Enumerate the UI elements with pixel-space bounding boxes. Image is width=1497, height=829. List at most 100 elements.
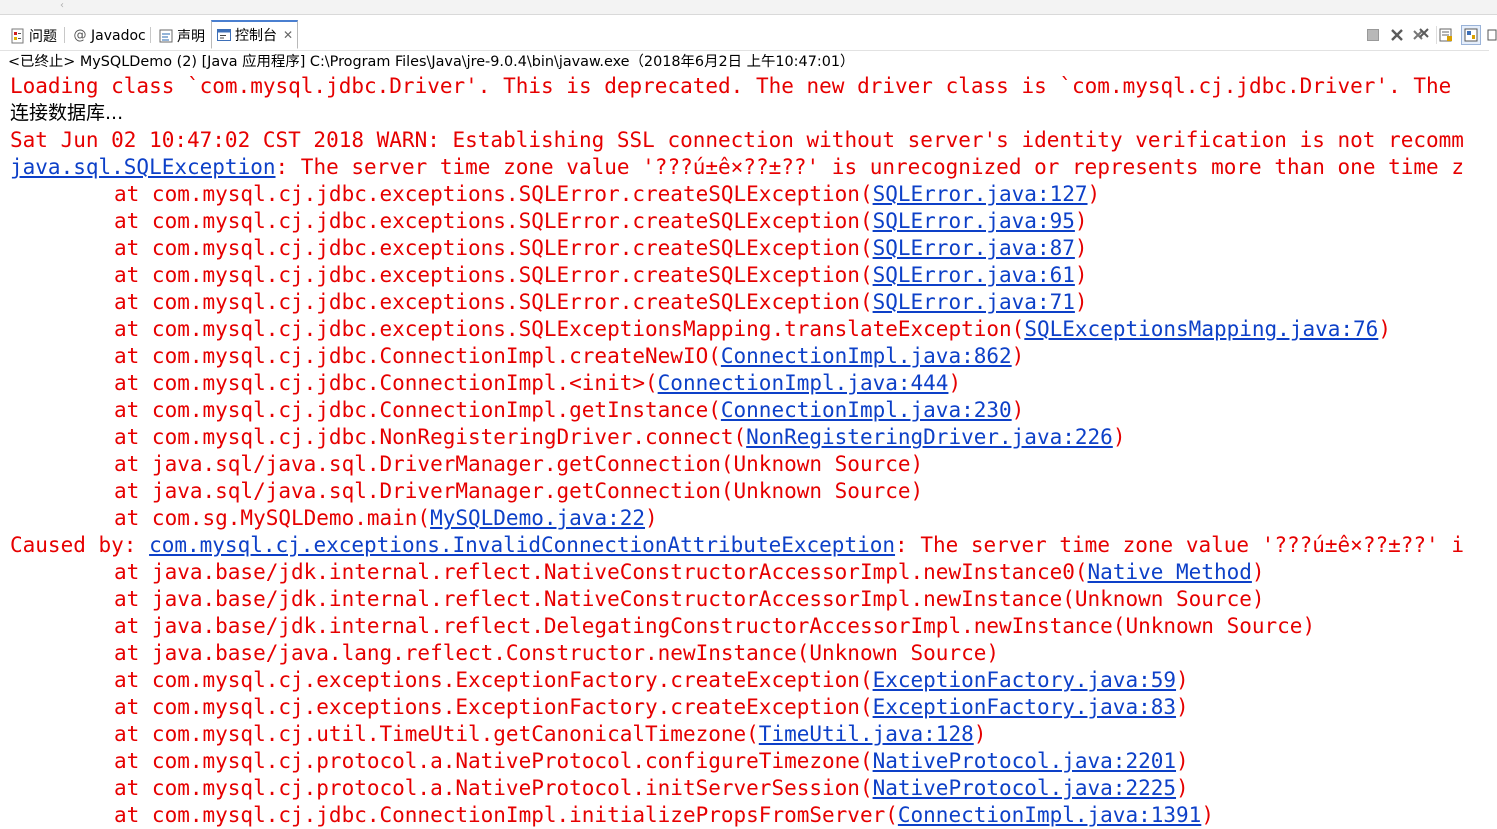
- console-text: ): [645, 506, 658, 530]
- console-line-stderr: at com.mysql.cj.jdbc.exceptions.SQLError…: [10, 235, 1497, 262]
- open-console-button[interactable]: [1487, 26, 1497, 44]
- stacktrace-link[interactable]: SQLError.java:61: [873, 263, 1075, 287]
- javadoc-at-icon: @: [73, 28, 87, 43]
- console-line-stderr: Loading class `com.mysql.jdbc.Driver'. T…: [10, 73, 1497, 100]
- console-text: : The server time zone value '???ú±ê×??±…: [275, 155, 1464, 179]
- console-text: ): [1011, 398, 1025, 422]
- console-line-stderr: at com.mysql.cj.exceptions.ExceptionFact…: [10, 667, 1497, 694]
- console-line-stderr: at java.base/jdk.internal.reflect.Delega…: [10, 613, 1497, 640]
- stacktrace-link[interactable]: ConnectionImpl.java:230: [721, 398, 1012, 422]
- stacktrace-link[interactable]: NonRegisteringDriver.java:226: [746, 425, 1113, 449]
- console-text: Sat Jun 02 10:47:02 CST 2018 WARN: Estab…: [10, 128, 1464, 152]
- console-text: at com.mysql.cj.protocol.a.NativeProtoco…: [114, 749, 873, 773]
- console-text: at com.mysql.cj.jdbc.ConnectionImpl.init…: [114, 803, 898, 827]
- console-text: at com.mysql.cj.jdbc.exceptions.SQLError…: [114, 263, 873, 287]
- console-line-stderr: Caused by: com.mysql.cj.exceptions.Inval…: [10, 532, 1497, 559]
- console-text: ): [948, 371, 962, 395]
- tab-divider: [150, 27, 151, 43]
- console-line-stderr: at com.mysql.cj.jdbc.ConnectionImpl.crea…: [10, 343, 1497, 370]
- console-line-stderr: at com.mysql.cj.protocol.a.NativeProtoco…: [10, 775, 1497, 802]
- console-line-stderr: at com.mysql.cj.protocol.a.NativeProtoco…: [10, 748, 1497, 775]
- console-line-stderr: at com.mysql.cj.util.TimeUtil.getCanonic…: [10, 721, 1497, 748]
- tab-declaration[interactable]: 声明: [154, 23, 209, 49]
- scroll-lock-button[interactable]: [1436, 26, 1455, 44]
- console-line-stderr: at java.sql/java.sql.DriverManager.getCo…: [10, 478, 1497, 505]
- console-line-stderr: at java.base/jdk.internal.reflect.Native…: [10, 586, 1497, 613]
- stacktrace-link[interactable]: ConnectionImpl.java:862: [721, 344, 1012, 368]
- console-text: Caused by:: [10, 533, 150, 557]
- console-text: at com.mysql.cj.jdbc.exceptions.SQLError…: [114, 290, 873, 314]
- stacktrace-link[interactable]: ConnectionImpl.java:444: [658, 371, 949, 395]
- stacktrace-link[interactable]: SQLError.java:87: [873, 236, 1075, 260]
- tab-javadoc[interactable]: @ Javadoc: [68, 23, 150, 49]
- close-icon[interactable]: ✕: [283, 28, 293, 42]
- stacktrace-link[interactable]: SQLError.java:71: [873, 290, 1075, 314]
- remove-all-terminated-button[interactable]: [1412, 26, 1430, 44]
- stacktrace-link[interactable]: TimeUtil.java:128: [759, 722, 974, 746]
- remove-launch-button[interactable]: [1388, 26, 1406, 44]
- console-text: at java.base/jdk.internal.reflect.Delega…: [114, 614, 1316, 638]
- terminate-button[interactable]: [1364, 26, 1382, 44]
- console-scrollbar[interactable]: [1489, 50, 1497, 814]
- remove-x-icon: [1391, 29, 1403, 41]
- stacktrace-link[interactable]: SQLExceptionsMapping.java:76: [1024, 317, 1378, 341]
- console-line-stderr: at com.mysql.cj.jdbc.exceptions.SQLError…: [10, 181, 1497, 208]
- stop-icon: [1367, 29, 1379, 41]
- scroll-lock-icon: [1439, 28, 1452, 42]
- tab-problems[interactable]: 问题: [6, 23, 61, 49]
- console-text: at java.base/java.lang.reflect.Construct…: [114, 641, 1000, 665]
- stacktrace-link[interactable]: ConnectionImpl.java:1391: [898, 803, 1201, 827]
- stacktrace-link[interactable]: com.mysql.cj.exceptions.InvalidConnectio…: [149, 533, 895, 557]
- scroll-left-arrow-icon[interactable]: ‹: [60, 1, 64, 11]
- console-line-stderr: at java.base/java.lang.reflect.Construct…: [10, 640, 1497, 667]
- console-line-stderr: Sat Jun 02 10:47:02 CST 2018 WARN: Estab…: [10, 127, 1497, 154]
- tab-divider: [64, 27, 65, 43]
- stacktrace-link[interactable]: ExceptionFactory.java:83: [873, 695, 1176, 719]
- console-line-stderr: at com.mysql.cj.jdbc.ConnectionImpl.<ini…: [10, 370, 1497, 397]
- console-toolbar: [1358, 24, 1497, 46]
- console-text: ): [1087, 182, 1101, 206]
- console-text: 连接数据库...: [10, 102, 124, 124]
- console-text: ): [1378, 317, 1391, 341]
- console-text: at java.sql/java.sql.DriverManager.getCo…: [114, 479, 924, 503]
- stacktrace-link[interactable]: SQLError.java:95: [873, 209, 1075, 233]
- console-line-stderr: at com.mysql.cj.exceptions.ExceptionFact…: [10, 694, 1497, 721]
- console-text: ): [1074, 263, 1088, 287]
- console-line-stderr: at com.mysql.cj.jdbc.exceptions.SQLError…: [10, 208, 1497, 235]
- console-text: ): [1074, 236, 1088, 260]
- console-text: at com.mysql.cj.jdbc.exceptions.SQLError…: [114, 236, 873, 260]
- stacktrace-link[interactable]: MySQLDemo.java:22: [430, 506, 645, 530]
- console-text: at com.mysql.cj.protocol.a.NativeProtoco…: [114, 776, 873, 800]
- console-pin-icon: [1464, 28, 1478, 42]
- console-text: at com.mysql.cj.util.TimeUtil.getCanonic…: [114, 722, 759, 746]
- console-text: ): [1011, 344, 1025, 368]
- problems-icon: [10, 28, 26, 44]
- open-console-icon: [1487, 29, 1497, 41]
- console-text: at com.mysql.cj.jdbc.ConnectionImpl.<ini…: [114, 371, 658, 395]
- view-tab-bar: 问题 @ Javadoc 声明 控制台 ✕: [0, 20, 1497, 51]
- stacktrace-link[interactable]: NativeProtocol.java:2225: [873, 776, 1176, 800]
- stacktrace-link[interactable]: java.sql.SQLException: [10, 155, 276, 179]
- console-text: at com.mysql.cj.jdbc.exceptions.SQLExcep…: [114, 317, 1025, 341]
- console-line-stdout: 连接数据库...: [10, 100, 1497, 127]
- editor-area-edge: ‹: [0, 0, 1497, 15]
- tab-console[interactable]: 控制台 ✕: [211, 20, 299, 49]
- show-console-button[interactable]: [1461, 25, 1481, 45]
- console-text: ): [1074, 209, 1088, 233]
- tab-console-label: 控制台: [235, 28, 277, 44]
- stacktrace-link[interactable]: Native Method: [1088, 560, 1252, 584]
- console-text: at java.base/jdk.internal.reflect.Native…: [114, 560, 1088, 584]
- console-text: ): [1176, 668, 1189, 692]
- stacktrace-link[interactable]: ExceptionFactory.java:59: [873, 668, 1176, 692]
- stacktrace-link[interactable]: NativeProtocol.java:2201: [873, 749, 1176, 773]
- console-text: ): [1176, 749, 1189, 773]
- stacktrace-link[interactable]: SQLError.java:127: [873, 182, 1088, 206]
- console-line-stderr: at com.sg.MySQLDemo.main(MySQLDemo.java:…: [10, 505, 1497, 532]
- launch-status-line: <已终止> MySQLDemo (2) [Java 应用程序] C:\Progr…: [8, 54, 855, 70]
- console-line-stderr: at com.mysql.cj.jdbc.exceptions.SQLError…: [10, 262, 1497, 289]
- console-text: at java.base/jdk.internal.reflect.Native…: [114, 587, 1265, 611]
- tab-problems-label: 问题: [29, 29, 57, 45]
- console-line-stderr: at java.base/jdk.internal.reflect.Native…: [10, 559, 1497, 586]
- console-output[interactable]: Loading class `com.mysql.jdbc.Driver'. T…: [10, 73, 1497, 829]
- console-text: : The server time zone value '???ú±ê×??±…: [895, 533, 1464, 557]
